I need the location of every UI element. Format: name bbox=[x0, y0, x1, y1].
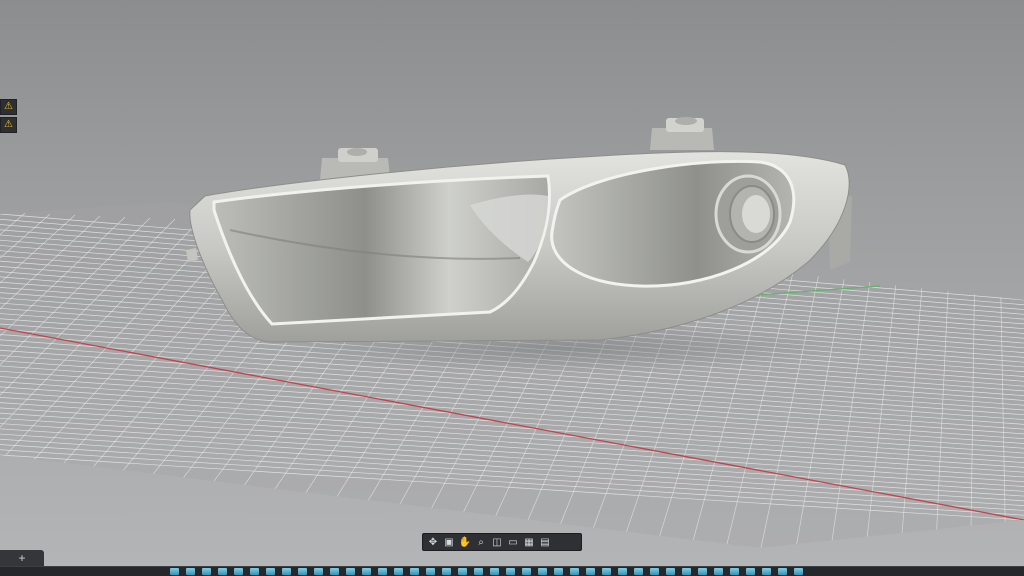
tool-icon[interactable] bbox=[314, 568, 323, 575]
tool-icon[interactable] bbox=[586, 568, 595, 575]
3d-viewport[interactable]: ⚠ ⚠ + ✥ ▣ ✋ ⌕ ◫ ▭ ▦ ▤ bbox=[0, 0, 1024, 576]
tool-icon[interactable] bbox=[650, 568, 659, 575]
tool-icon[interactable] bbox=[426, 568, 435, 575]
tool-icon[interactable] bbox=[762, 568, 771, 575]
zoom-icon[interactable]: ⌕ bbox=[474, 536, 488, 549]
tool-icon[interactable] bbox=[298, 568, 307, 575]
tool-icon[interactable] bbox=[666, 568, 675, 575]
tool-icon[interactable] bbox=[410, 568, 419, 575]
tool-icon[interactable] bbox=[602, 568, 611, 575]
tool-icon[interactable] bbox=[282, 568, 291, 575]
view-toolbar: ✥ ▣ ✋ ⌕ ◫ ▭ ▦ ▤ bbox=[422, 533, 582, 551]
tool-icon[interactable] bbox=[234, 568, 243, 575]
tool-icon[interactable] bbox=[730, 568, 739, 575]
tool-icon[interactable] bbox=[522, 568, 531, 575]
viewport-canvas[interactable] bbox=[0, 0, 1024, 576]
tool-icon[interactable] bbox=[250, 568, 259, 575]
tool-icon[interactable] bbox=[330, 568, 339, 575]
tool-icon[interactable] bbox=[218, 568, 227, 575]
camera-icon[interactable]: ▣ bbox=[442, 536, 456, 549]
warning-icon: ⚠ bbox=[4, 101, 13, 112]
tool-icon[interactable] bbox=[554, 568, 563, 575]
display-style-icon[interactable]: ▭ bbox=[506, 536, 520, 549]
tool-icon[interactable] bbox=[170, 568, 179, 575]
bottom-tool-shelf bbox=[0, 566, 1024, 576]
tool-icon[interactable] bbox=[634, 568, 643, 575]
tool-icon[interactable] bbox=[682, 568, 691, 575]
warning-badge[interactable]: ⚠ bbox=[0, 99, 17, 115]
fit-view-icon[interactable]: ◫ bbox=[490, 536, 504, 549]
tool-icon[interactable] bbox=[538, 568, 547, 575]
tool-icon[interactable] bbox=[746, 568, 755, 575]
grid-icon[interactable]: ▦ bbox=[522, 536, 536, 549]
tool-icon[interactable] bbox=[442, 568, 451, 575]
tool-icon[interactable] bbox=[458, 568, 467, 575]
warning-badge[interactable]: ⚠ bbox=[0, 117, 17, 133]
tool-icon[interactable] bbox=[362, 568, 371, 575]
tool-icon[interactable] bbox=[266, 568, 275, 575]
tool-icon[interactable] bbox=[778, 568, 787, 575]
tool-icon[interactable] bbox=[186, 568, 195, 575]
pan-hand-icon[interactable]: ✋ bbox=[458, 536, 472, 549]
tool-icon[interactable] bbox=[202, 568, 211, 575]
tool-icon[interactable] bbox=[794, 568, 803, 575]
tool-icon[interactable] bbox=[378, 568, 387, 575]
tool-icon[interactable] bbox=[394, 568, 403, 575]
tool-icon[interactable] bbox=[618, 568, 627, 575]
viewports-icon[interactable]: ▤ bbox=[538, 536, 552, 549]
warning-icon: ⚠ bbox=[4, 119, 13, 130]
navigate-icon[interactable]: ✥ bbox=[426, 536, 440, 549]
tool-icon[interactable] bbox=[506, 568, 515, 575]
tool-icon[interactable] bbox=[570, 568, 579, 575]
tool-icon[interactable] bbox=[698, 568, 707, 575]
tool-icon[interactable] bbox=[714, 568, 723, 575]
tool-icon[interactable] bbox=[474, 568, 483, 575]
tool-icon[interactable] bbox=[346, 568, 355, 575]
add-tab-button[interactable]: + bbox=[0, 550, 44, 566]
tool-icon[interactable] bbox=[490, 568, 499, 575]
